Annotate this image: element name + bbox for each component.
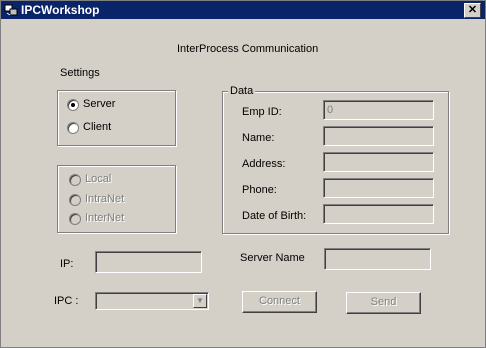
- dob-label: Date of Birth:: [242, 210, 307, 222]
- internet-radio[interactable]: InterNet: [69, 212, 139, 226]
- close-button[interactable]: ✕: [464, 3, 481, 18]
- phone-label: Phone:: [242, 184, 277, 196]
- chevron-down-icon[interactable]: ▼: [193, 294, 207, 308]
- dob-field[interactable]: [323, 204, 434, 224]
- local-radio[interactable]: Local: [69, 173, 139, 187]
- server-radio-label: Server: [83, 98, 116, 110]
- app-window: IPCWorkshop ✕ InterProcess Communication…: [0, 0, 486, 348]
- intranet-radio-dot: [69, 194, 81, 206]
- ip-field[interactable]: [95, 251, 202, 273]
- address-field[interactable]: [323, 152, 434, 172]
- address-label: Address:: [242, 158, 286, 170]
- empid-field[interactable]: [323, 100, 434, 120]
- heading-label: InterProcess Communication: [177, 43, 319, 55]
- connect-button[interactable]: Connect: [242, 291, 317, 313]
- intranet-radio-label: IntraNet: [85, 193, 125, 205]
- name-label: Name:: [242, 132, 275, 144]
- server-radio[interactable]: Server: [67, 98, 127, 112]
- local-radio-label: Local: [85, 173, 112, 185]
- ip-label: IP:: [60, 258, 74, 270]
- name-field[interactable]: [323, 126, 434, 146]
- internet-radio-dot: [69, 213, 81, 225]
- ipc-label: IPC :: [54, 295, 79, 307]
- ipc-combobox[interactable]: ▼: [95, 292, 209, 310]
- title-bar: IPCWorkshop ✕: [1, 1, 485, 19]
- client-radio[interactable]: Client: [67, 121, 127, 135]
- client-radio-dot: [67, 122, 79, 134]
- internet-radio-label: InterNet: [85, 212, 125, 224]
- send-button[interactable]: Send: [346, 292, 421, 314]
- window-title: IPCWorkshop: [21, 3, 100, 17]
- app-icon: [4, 4, 18, 16]
- close-icon: ✕: [467, 4, 478, 16]
- intranet-radio[interactable]: IntraNet: [69, 193, 139, 207]
- data-legend: Data: [228, 85, 256, 97]
- server-name-label: Server Name: [240, 252, 305, 264]
- phone-field[interactable]: [323, 178, 434, 198]
- client-radio-label: Client: [83, 121, 112, 133]
- local-radio-dot: [69, 174, 81, 186]
- settings-label: Settings: [60, 67, 100, 79]
- server-radio-dot: [67, 99, 79, 111]
- server-name-field[interactable]: [324, 248, 431, 270]
- empid-label: Emp ID:: [242, 106, 282, 118]
